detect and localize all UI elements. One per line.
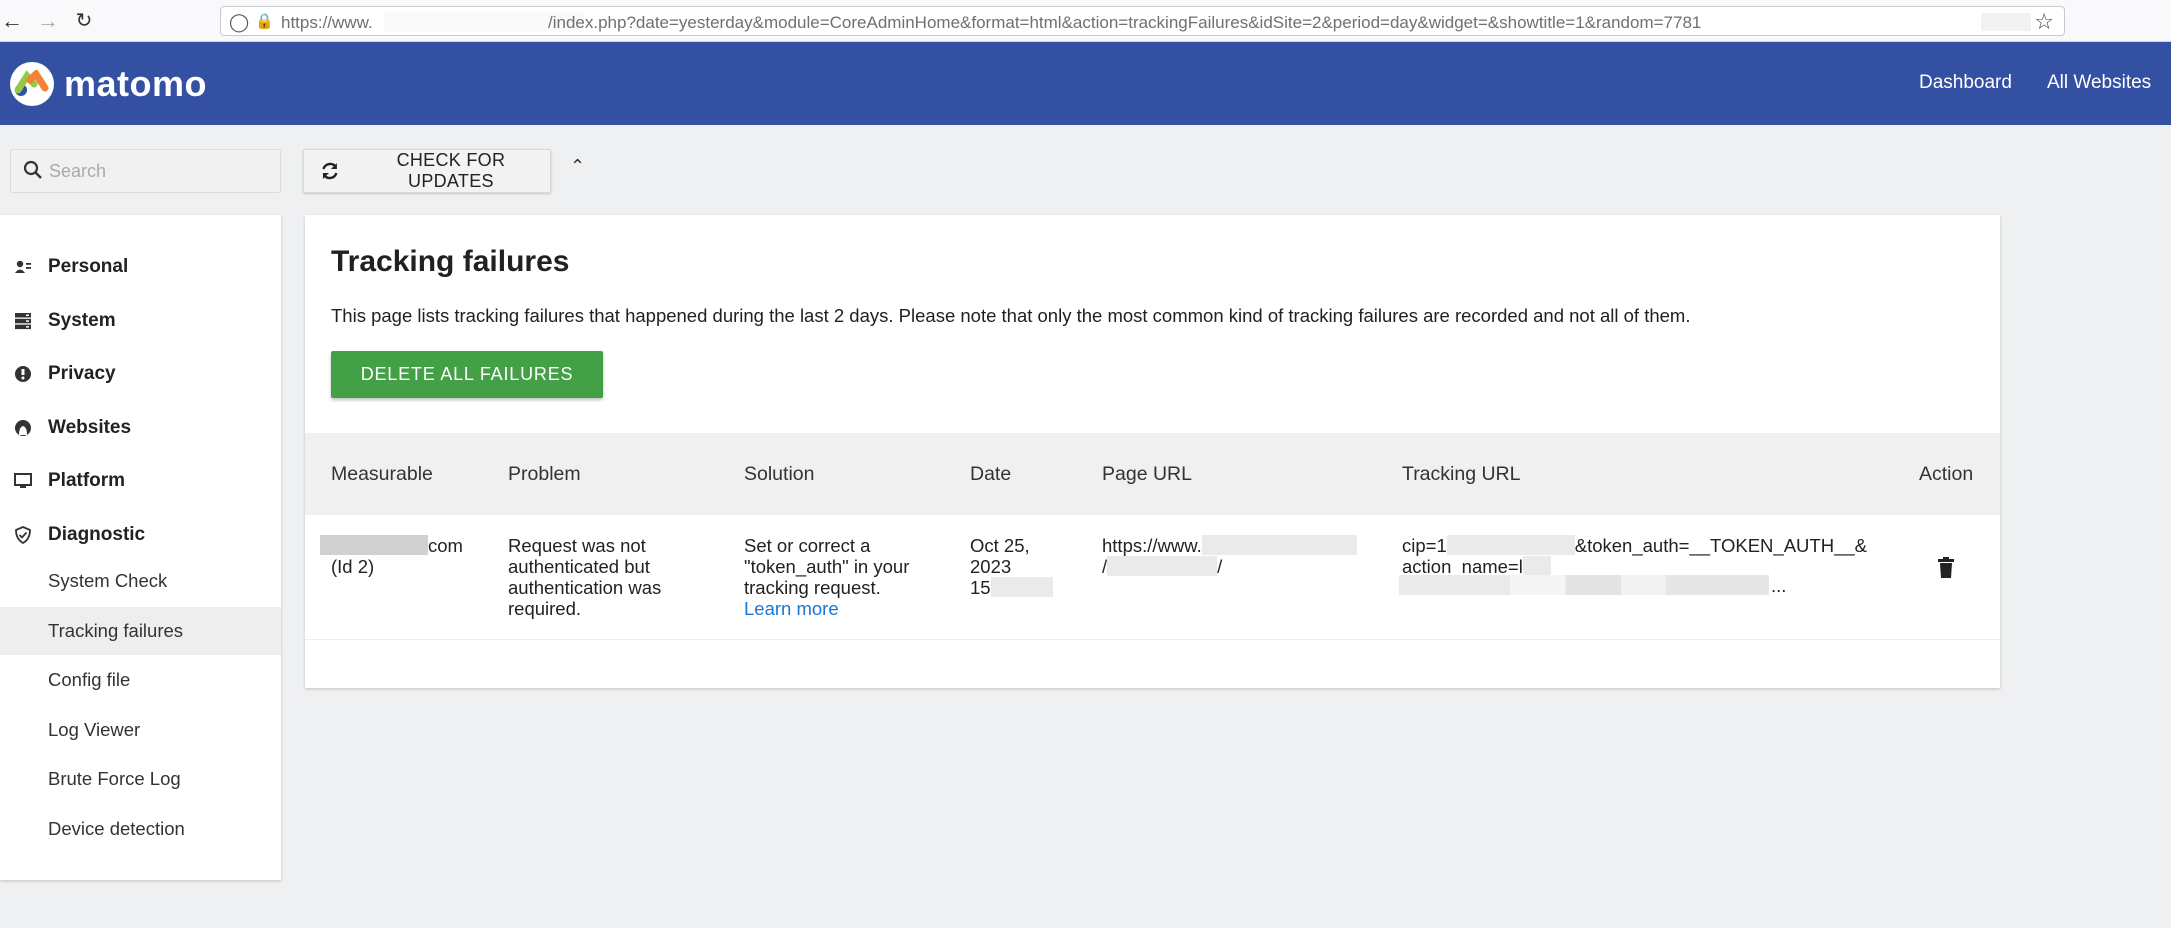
redacted-blur — [1399, 575, 1769, 595]
tracking-url-text: &token_auth=__TOKEN_AUTH__& — [1574, 535, 1867, 556]
sidebar-item-brute-force-log[interactable]: Brute Force Log — [0, 755, 281, 803]
sidebar-section-privacy[interactable]: Privacy — [0, 354, 281, 394]
sidebar-section-label: Platform — [48, 470, 126, 491]
privacy-icon — [15, 366, 31, 382]
tracking-url-text: cip=1 — [1402, 535, 1447, 556]
date-line: 2023 — [970, 556, 1012, 577]
redacted-text — [320, 535, 428, 555]
page-description: This page lists tracking failures that h… — [331, 305, 1691, 326]
globe-icon — [15, 420, 31, 436]
page-url-text: / — [1217, 556, 1223, 577]
check-for-updates-button[interactable]: CHECK FOR UPDATES — [303, 149, 551, 193]
table-header: Measurable Problem Solution Date Page UR… — [305, 433, 2000, 515]
delete-all-failures-button[interactable]: DELETE ALL FAILURES — [331, 351, 603, 398]
measurable-id: (Id 2) — [331, 556, 375, 577]
column-measurable[interactable]: Measurable — [331, 463, 433, 486]
sidebar-item-log-viewer[interactable]: Log Viewer — [0, 706, 281, 754]
sidebar-item-label: Brute Force Log — [48, 768, 181, 789]
shield-icon: ◯ — [229, 12, 250, 32]
column-problem[interactable]: Problem — [508, 463, 581, 486]
back-arrow-icon[interactable]: ← — [0, 8, 24, 34]
sidebar-section-label: Privacy — [48, 363, 116, 384]
sidebar-item-label: Log Viewer — [48, 719, 141, 740]
reload-icon[interactable]: ↻ — [72, 8, 96, 34]
sidebar-section-label: Diagnostic — [48, 524, 146, 545]
redacted-text — [1201, 535, 1357, 555]
column-date[interactable]: Date — [970, 463, 1011, 486]
column-solution[interactable]: Solution — [744, 463, 814, 486]
column-page-url[interactable]: Page URL — [1102, 463, 1192, 486]
nav-all-websites[interactable]: All Websites — [2047, 72, 2151, 94]
page-title: Tracking failures — [331, 245, 570, 278]
learn-more-link[interactable]: Learn more — [744, 598, 839, 619]
matomo-logo[interactable]: matomo — [10, 62, 207, 106]
check-for-updates-label: CHECK FOR UPDATES — [396, 150, 506, 191]
sidebar-item-system-check[interactable]: System Check — [0, 557, 281, 605]
server-icon — [15, 313, 31, 330]
cell-page-url: https://www. / / — [1102, 535, 1382, 577]
url-redacted-2 — [1981, 13, 2031, 31]
column-action: Action — [1919, 463, 1974, 485]
logo-text: matomo — [64, 63, 208, 104]
page-url-text: https://www. — [1102, 535, 1202, 556]
sidebar-section-label: Websites — [48, 417, 132, 438]
table-row: com (Id 2) Request was not authenticated… — [305, 515, 2000, 640]
search-icon — [23, 160, 42, 179]
matomo-logo-icon — [10, 62, 54, 106]
tracking-url-ellipsis: ... — [1771, 575, 1787, 596]
url-prefix: https://www. — [281, 13, 373, 32]
admin-sidebar: Personal System Privacy Websites Platfor… — [0, 215, 281, 880]
sidebar-item-config-file[interactable]: Config file — [0, 656, 281, 704]
sidebar-item-label: Tracking failures — [48, 620, 184, 641]
bookmark-star-icon[interactable]: ☆ — [2034, 9, 2054, 35]
nav-dashboard[interactable]: Dashboard — [1919, 72, 2012, 94]
shield-check-icon — [15, 526, 31, 544]
refresh-icon — [322, 162, 338, 180]
sidebar-section-websites[interactable]: Websites — [0, 408, 281, 448]
tracking-url-text: action_name=l — [1402, 556, 1523, 577]
sidebar-item-label: System Check — [48, 570, 168, 591]
app-header: matomo Dashboard All Websites — [0, 42, 2171, 125]
cell-date: Oct 25, 2023 15 — [970, 535, 1080, 598]
sidebar-section-label: System — [48, 310, 116, 331]
sidebar-section-personal[interactable]: Personal — [0, 247, 281, 287]
sidebar-section-system[interactable]: System — [0, 301, 281, 341]
cell-solution: Set or correct a "token_auth" in your tr… — [744, 535, 934, 619]
menu-search — [10, 149, 281, 193]
column-tracking-url[interactable]: Tracking URL — [1402, 463, 1520, 486]
address-bar[interactable]: ◯ 🔒 https://www. /index.php?date=yesterd… — [220, 6, 2065, 36]
redacted-text — [1522, 556, 1551, 576]
sidebar-item-label: Config file — [48, 669, 131, 690]
search-input[interactable] — [49, 156, 274, 186]
sidebar-item-label: Device detection — [48, 818, 185, 839]
date-line: Oct 25, — [970, 535, 1030, 556]
sidebar-item-tracking-failures[interactable]: Tracking failures — [0, 607, 281, 655]
browser-toolbar: ← → ↻ ◯ 🔒 https://www. /index.php?date=y… — [0, 0, 2171, 42]
date-line: 15 — [970, 577, 991, 598]
user-card-icon — [15, 260, 31, 273]
cell-tracking-url: cip=1 &token_auth=__TOKEN_AUTH__& action_… — [1402, 535, 1882, 577]
redacted-text — [1107, 556, 1218, 576]
forward-arrow-icon[interactable]: → — [36, 8, 60, 34]
redacted-text — [1446, 535, 1575, 555]
tracking-failures-card: Tracking failures This page lists tracki… — [305, 215, 2000, 688]
lock-icon: 🔒 — [255, 13, 274, 30]
cell-measurable: com (Id 2) — [320, 535, 470, 577]
trash-icon[interactable] — [1937, 557, 1955, 579]
redacted-text — [990, 577, 1053, 597]
sidebar-item-device-detection[interactable]: Device detection — [0, 805, 281, 853]
measurable-suffix: com — [428, 535, 463, 556]
sidebar-section-platform[interactable]: Platform — [0, 461, 281, 501]
monitor-icon — [14, 473, 32, 488]
url-path: /index.php?date=yesterday&module=CoreAdm… — [548, 13, 1702, 32]
solution-text: Set or correct a "token_auth" in your tr… — [744, 535, 910, 598]
sidebar-section-diagnostic[interactable]: Diagnostic — [0, 515, 281, 555]
cell-problem: Request was not authenticated but authen… — [508, 535, 662, 619]
sidebar-section-label: Personal — [48, 256, 129, 277]
collapse-chevrons-up-icon[interactable]: ⌃ — [570, 156, 585, 177]
